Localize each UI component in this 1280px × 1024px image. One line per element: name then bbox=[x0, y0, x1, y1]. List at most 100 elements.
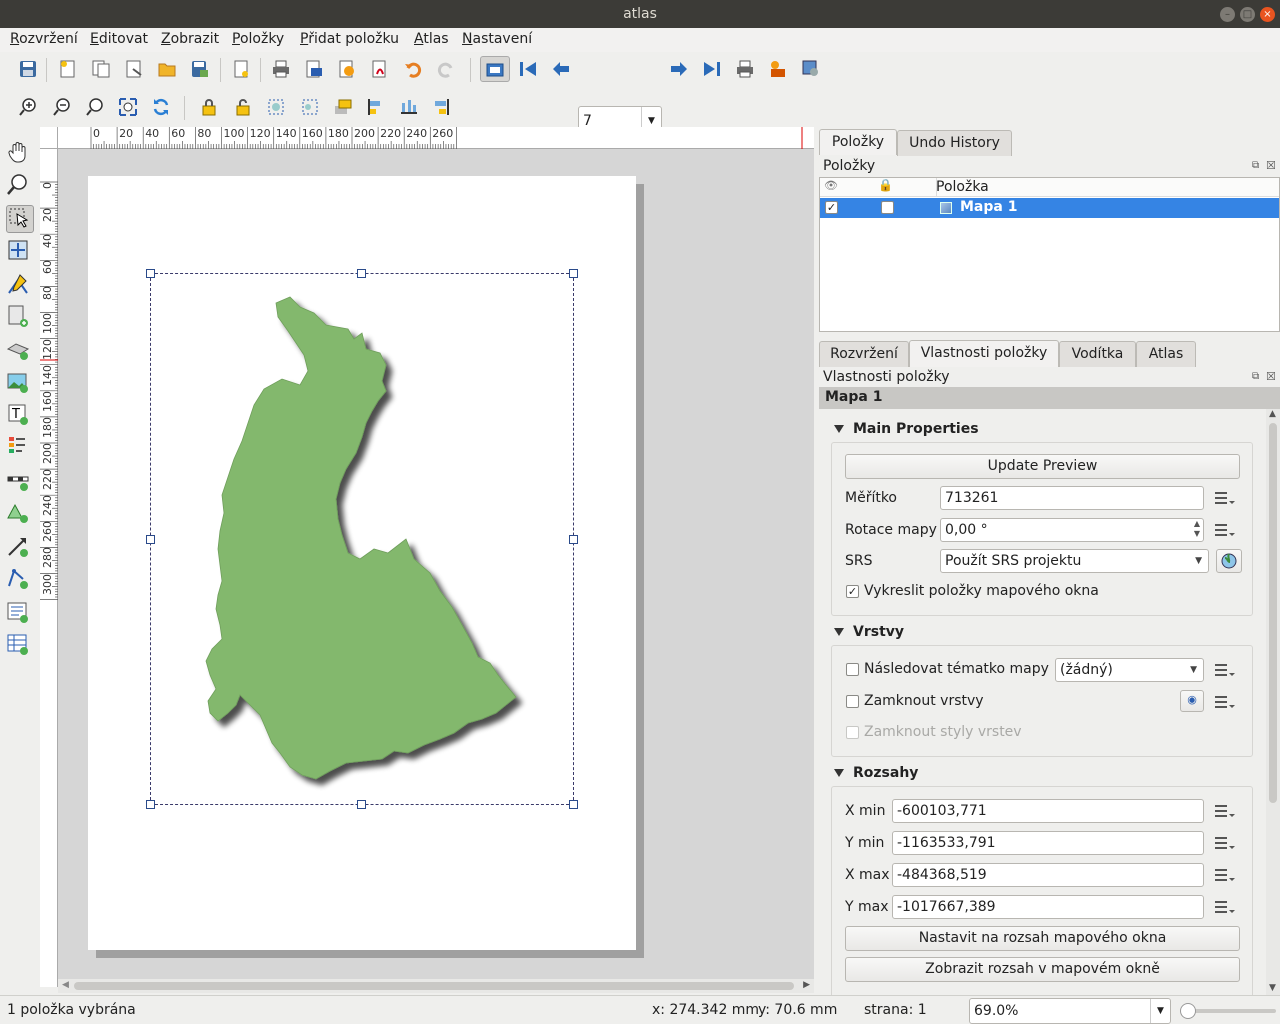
add-attribute-table-tool[interactable] bbox=[6, 632, 34, 660]
tab-undo-history[interactable]: Undo History bbox=[897, 130, 1012, 156]
zoom-out-button[interactable] bbox=[49, 94, 75, 120]
canvas-hscrollbar[interactable]: ◀ ▶ bbox=[58, 979, 814, 993]
resize-handle-tr[interactable] bbox=[569, 269, 578, 278]
scroll-left-icon[interactable]: ◀ bbox=[62, 980, 69, 990]
ungroup-items-button[interactable] bbox=[297, 94, 323, 120]
save-button[interactable] bbox=[15, 56, 41, 82]
theme-select[interactable]: (žádný) ▼ bbox=[1055, 658, 1204, 682]
xmax-input[interactable]: -484368,519 bbox=[892, 863, 1204, 887]
add-picture-tool[interactable] bbox=[6, 370, 34, 398]
duplicate-layout-button[interactable] bbox=[88, 56, 114, 82]
group-extents[interactable]: Rozsahy bbox=[834, 765, 918, 781]
first-feature-button[interactable] bbox=[515, 56, 541, 82]
zoom-100-button[interactable] bbox=[82, 94, 108, 120]
next-feature-button[interactable] bbox=[666, 56, 692, 82]
select-move-tool[interactable] bbox=[6, 205, 34, 233]
data-defined-override-icon[interactable] bbox=[1213, 489, 1235, 507]
align-items-button[interactable] bbox=[363, 94, 389, 120]
close-panel-icon[interactable]: ☒ bbox=[1266, 159, 1276, 172]
distribute-items-button[interactable] bbox=[396, 94, 422, 120]
atlas-preview-toggle[interactable] bbox=[480, 56, 510, 82]
menu-atlas[interactable]: Atlas bbox=[414, 31, 449, 47]
resize-handle-t[interactable] bbox=[357, 269, 366, 278]
add-3d-map-tool[interactable] bbox=[6, 337, 34, 365]
ymin-input[interactable]: -1163533,791 bbox=[892, 831, 1204, 855]
scroll-right-icon[interactable]: ▶ bbox=[803, 980, 810, 990]
zoom-tool[interactable] bbox=[6, 172, 34, 200]
resize-handle-r[interactable] bbox=[569, 535, 578, 544]
data-defined-override-icon[interactable] bbox=[1213, 898, 1235, 916]
group-items-button[interactable] bbox=[263, 94, 289, 120]
close-icon[interactable]: × bbox=[1260, 7, 1275, 22]
resize-handle-br[interactable] bbox=[569, 800, 578, 809]
srs-select[interactable]: Použít SRS projektu ▼ bbox=[940, 549, 1209, 573]
zoom-slider[interactable] bbox=[1180, 1003, 1276, 1019]
print-button[interactable] bbox=[268, 56, 294, 82]
pan-tool[interactable] bbox=[6, 140, 34, 168]
maximize-icon[interactable]: □ bbox=[1240, 7, 1255, 22]
scroll-up-icon[interactable]: ▲ bbox=[1269, 409, 1276, 419]
set-to-canvas-extent-button[interactable]: Nastavit na rozsah mapového okna bbox=[845, 926, 1240, 951]
open-template-button[interactable] bbox=[154, 56, 180, 82]
layer-visibility-button[interactable]: ◉ bbox=[1180, 690, 1204, 712]
data-defined-override-icon[interactable] bbox=[1213, 834, 1235, 852]
rotation-spinbox[interactable]: 0,00 ° ▲ ▼ bbox=[940, 518, 1204, 542]
add-html-tool[interactable] bbox=[6, 600, 34, 628]
edit-nodes-tool[interactable] bbox=[6, 272, 34, 300]
hscroll-thumb[interactable] bbox=[74, 982, 794, 990]
redo-button[interactable] bbox=[433, 56, 459, 82]
close-props-icon[interactable]: ☒ bbox=[1266, 370, 1276, 383]
item-visible-checkbox[interactable]: ✓ bbox=[825, 201, 838, 214]
resize-handle-l[interactable] bbox=[146, 535, 155, 544]
menu-pridat-polozku[interactable]: Přidat položku bbox=[300, 31, 399, 47]
data-defined-override-icon[interactable] bbox=[1213, 693, 1235, 711]
data-defined-override-icon[interactable] bbox=[1213, 866, 1235, 884]
menu-zobrazit[interactable]: Zobrazit bbox=[161, 31, 219, 47]
unlock-items-button[interactable] bbox=[230, 94, 256, 120]
group-main-properties[interactable]: Main Properties bbox=[834, 421, 979, 437]
vscroll-thumb[interactable] bbox=[1269, 423, 1277, 803]
export-svg-button[interactable] bbox=[334, 56, 360, 82]
add-label-tool[interactable]: T bbox=[6, 402, 34, 430]
resize-handle-tl[interactable] bbox=[146, 269, 155, 278]
save-template-button[interactable] bbox=[187, 56, 213, 82]
add-node-item-tool[interactable] bbox=[6, 566, 34, 594]
select-crs-button[interactable] bbox=[1216, 549, 1242, 573]
minimize-icon[interactable]: – bbox=[1220, 7, 1235, 22]
menu-polozky[interactable]: Položky bbox=[232, 31, 284, 47]
data-defined-override-icon[interactable] bbox=[1213, 521, 1235, 539]
resize-handle-b[interactable] bbox=[357, 800, 366, 809]
atlas-settings-button[interactable] bbox=[798, 56, 824, 82]
export-pdf-button[interactable] bbox=[367, 56, 393, 82]
lock-layers-checkbox[interactable] bbox=[846, 695, 859, 708]
export-atlas-image-button[interactable] bbox=[765, 56, 791, 82]
group-layers[interactable]: Vrstvy bbox=[834, 624, 904, 640]
refresh-button[interactable] bbox=[148, 94, 174, 120]
print-atlas-button[interactable] bbox=[732, 56, 758, 82]
add-legend-tool[interactable] bbox=[6, 434, 34, 462]
spin-arrows-icon[interactable]: ▲ ▼ bbox=[1194, 519, 1200, 539]
lock-styles-checkbox[interactable] bbox=[846, 726, 859, 739]
item-lock-checkbox[interactable] bbox=[881, 201, 894, 214]
resize-handle-bl[interactable] bbox=[146, 800, 155, 809]
tab-rozvrzeni[interactable]: Rozvržení bbox=[819, 341, 909, 367]
lock-items-button[interactable] bbox=[196, 94, 222, 120]
menu-rozvrzeni[interactable]: Rozvržení bbox=[10, 31, 78, 47]
add-map-tool[interactable] bbox=[6, 304, 34, 332]
undo-button[interactable] bbox=[400, 56, 426, 82]
zoom-full-button[interactable] bbox=[115, 94, 141, 120]
resize-items-button[interactable] bbox=[428, 94, 454, 120]
update-preview-button[interactable]: Update Preview bbox=[845, 454, 1240, 479]
data-defined-override-icon[interactable] bbox=[1213, 802, 1235, 820]
menu-editovat[interactable]: Editovat bbox=[90, 31, 148, 47]
export-image-button[interactable] bbox=[301, 56, 327, 82]
add-shape-tool[interactable] bbox=[6, 500, 34, 528]
add-scalebar-tool[interactable] bbox=[6, 468, 34, 496]
draw-items-checkbox[interactable]: ✓ bbox=[846, 585, 859, 598]
float-panel-icon[interactable]: ⧉ bbox=[1252, 160, 1259, 171]
ymax-input[interactable]: -1017667,389 bbox=[892, 895, 1204, 919]
last-feature-button[interactable] bbox=[699, 56, 725, 82]
float-props-icon[interactable]: ⧉ bbox=[1252, 371, 1259, 382]
map-item-frame[interactable] bbox=[146, 269, 578, 809]
zoom-slider-handle[interactable] bbox=[1180, 1003, 1196, 1019]
